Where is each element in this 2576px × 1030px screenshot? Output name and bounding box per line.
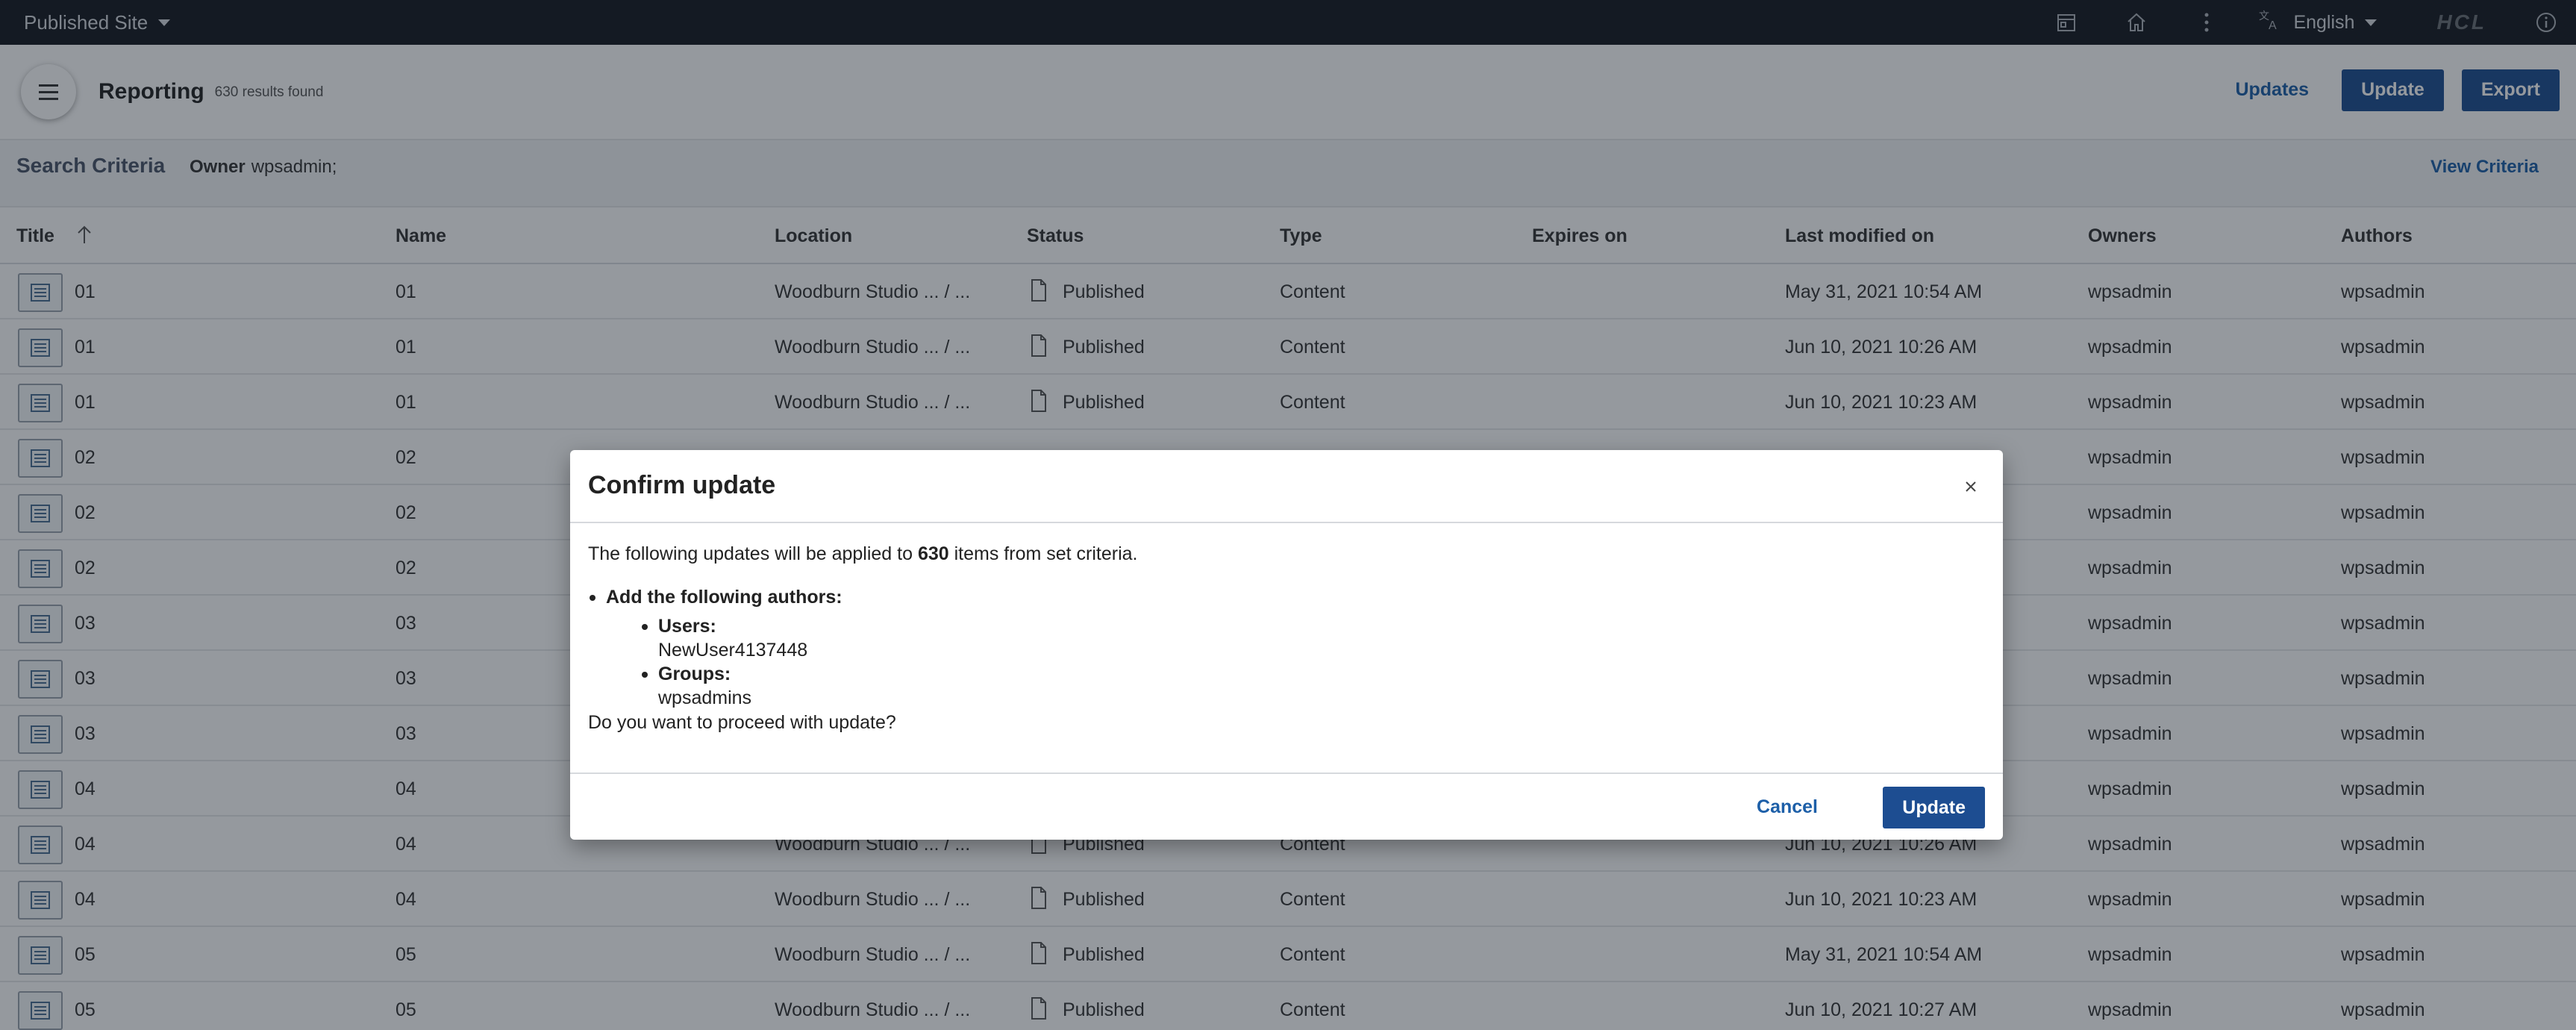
groups-value: wpsadmins: [658, 687, 752, 708]
close-icon[interactable]: [1960, 475, 1982, 498]
update-action-details: Users: NewUser4137448 Groups: wpsadmins: [642, 614, 1985, 710]
confirm-update-dialog: Confirm update The following updates wil…: [570, 450, 2003, 840]
dialog-title: Confirm update: [588, 471, 776, 499]
dialog-header: Confirm update: [570, 450, 2003, 523]
update-list: Add the following authors: Users: NewUse…: [588, 584, 1985, 710]
users-value: NewUser4137448: [658, 640, 808, 661]
update-action: Add the following authors: Users: NewUse…: [588, 584, 1985, 710]
dialog-intro-pre: The following updates will be applied to: [588, 543, 918, 564]
dialog-intro: The following updates will be applied to…: [588, 541, 1985, 566]
groups-label: Groups:: [642, 662, 1985, 686]
cancel-button[interactable]: Cancel: [1757, 796, 1818, 818]
dialog-question: Do you want to proceed with update?: [588, 712, 896, 733]
dialog-intro-post: items from set criteria.: [948, 543, 1138, 564]
users-label: Users:: [642, 614, 1985, 638]
dialog-item-count: 630: [917, 543, 949, 564]
dialog-body: The following updates will be applied to…: [588, 541, 1985, 735]
confirm-update-button[interactable]: Update: [1883, 787, 1985, 828]
dialog-footer: Cancel Update: [570, 772, 2003, 840]
update-action-label: Add the following authors:: [606, 587, 842, 608]
